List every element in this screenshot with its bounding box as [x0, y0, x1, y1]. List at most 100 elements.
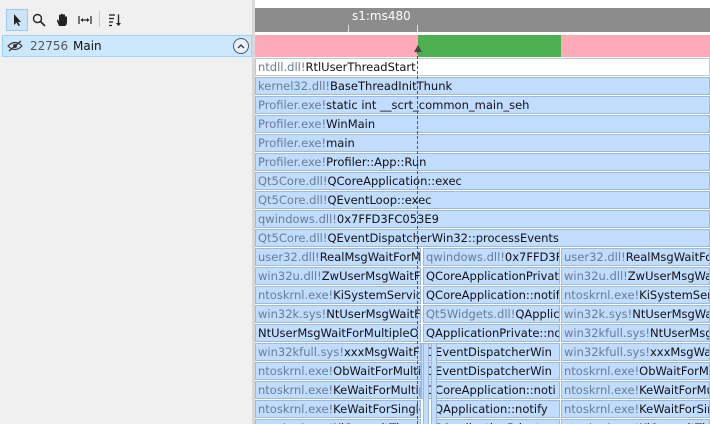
stack-frame[interactable]: ntoskrnl.exe!ObWaitForMulti: [255, 362, 421, 380]
frame-function: ZwUserMsgWaitFor: [627, 269, 709, 283]
chevron-up-icon[interactable]: [233, 38, 249, 54]
stack-frame[interactable]: ntoskrnl.exe!KiCommitThread: [561, 419, 710, 424]
stack-frame[interactable]: ntoskrnl.exe!KiSystemService: [561, 286, 710, 304]
stack-frame[interactable]: win32kfull.sys!NtUserMsgWa: [561, 324, 710, 342]
frame-function: static int __scrt_common_main_seh: [326, 98, 530, 112]
stack-frame[interactable]: ntoskrnl.exe!KiCommitThreadWait: [255, 419, 421, 424]
frame-function: QEventLoop::exec: [327, 193, 432, 207]
stack-frame[interactable]: QApplicationPrivate::not: [423, 324, 560, 342]
frame-function: xxxMsgWaitFo: [343, 345, 421, 359]
magnifier-icon: [32, 13, 46, 27]
stack-frame[interactable]: win32k.sys!NtUserMsgWaitFo: [255, 305, 421, 323]
frame-module: Profiler.exe!: [258, 155, 327, 169]
stack-frame[interactable]: Profiler.exe!main: [255, 134, 710, 152]
frame-module: kernel32.dll!: [258, 79, 330, 93]
frame-module: win32u.dll!: [258, 269, 322, 283]
frame-function: QApplicationPrivate::not: [426, 326, 560, 340]
stack-frame[interactable]: ntoskrnl.exe!KeWaitForMultip: [255, 381, 421, 399]
stack-frame[interactable]: ntoskrnl.exe!KeWaitForSingle: [255, 400, 421, 418]
frame-module: win32kfull.sys!: [258, 345, 344, 359]
stack-frame[interactable]: Profiler.exe!Profiler::App::Run: [255, 153, 710, 171]
frame-module: ntoskrnl.exe!: [564, 288, 640, 302]
sort-button[interactable]: [104, 9, 126, 31]
frame-function: QCoreApplication::exec: [327, 174, 462, 188]
frame-module: ntoskrnl.exe!: [258, 402, 334, 416]
time-ruler[interactable]: s1:ms480: [255, 8, 710, 32]
stack-frame[interactable]: win32kfull.sys!xxxMsgWaitFo: [561, 343, 710, 361]
frame-function: RealMsgWaitForM: [625, 250, 709, 264]
hand-icon: [56, 13, 67, 26]
ruler-label: s1:ms480: [352, 9, 411, 23]
frame-function: NtUserMsgWa: [649, 326, 709, 340]
frame-function: QCoreApplication::notify: [426, 288, 560, 302]
frame-function: QEventDispatcherWin: [426, 364, 552, 378]
stack-frame[interactable]: QApplicationPrivate: [431, 419, 560, 424]
stack-frame[interactable]: NtUserMsgWaitForMultipleO: [255, 324, 421, 342]
frame-module: ntoskrnl.exe!: [564, 383, 640, 397]
stack-frame[interactable]: ntoskrnl.exe!KiSystemService: [255, 286, 421, 304]
stack-frame[interactable]: Qt5Core.dll!QCoreApplication::exec: [255, 172, 710, 190]
stack-frame[interactable]: ntdll.dll!RtlUserThreadStart: [255, 58, 710, 76]
stack-frame[interactable]: Qt5Core.dll!QEventDispatcherWin32::proce…: [255, 229, 710, 247]
stack-frame[interactable]: QCoreApplication::noti: [423, 381, 560, 399]
frame-module: ntoskrnl.exe!: [258, 364, 334, 378]
frame-module: ntdll.dll!: [258, 60, 306, 74]
stack-frame[interactable]: win32u.dll!ZwUserMsgWaitFo: [255, 267, 421, 285]
frame-function: WinMain: [326, 117, 376, 131]
frame-module: win32k.sys!: [258, 307, 327, 321]
select-tool-button[interactable]: [6, 9, 28, 31]
stack-frame[interactable]: user32.dll!RealMsgWaitForM: [255, 248, 421, 266]
frame-module: Qt5Core.dll!: [258, 193, 328, 207]
stack-frame[interactable]: win32u.dll!ZwUserMsgWaitFor: [561, 267, 710, 285]
range-arrows-icon: [78, 16, 92, 24]
zoom-tool-button[interactable]: [28, 9, 50, 31]
frame-module: qwindows.dll!: [258, 212, 337, 226]
toolbar: [0, 0, 252, 33]
stack-frame[interactable]: ntoskrnl.exe!KeWaitForMulti: [561, 381, 710, 399]
thread-activity-bar[interactable]: [255, 35, 710, 57]
stack-frame[interactable]: QApplication::notify: [431, 400, 560, 418]
stack-frame[interactable]: QEventDispatcherWin: [423, 343, 560, 361]
stack-frame[interactable]: Profiler.exe!WinMain: [255, 115, 710, 133]
frame-function: ObWaitForMulti: [333, 364, 421, 378]
frame-function: ZwUserMsgWaitFo: [321, 269, 421, 283]
frame-function: KiSystemService: [333, 288, 421, 302]
stack-frame-sliver[interactable]: [431, 343, 437, 424]
frame-module: Profiler.exe!: [258, 117, 327, 131]
stack-frame[interactable]: win32k.sys!NtUserMsgWaitFo: [561, 305, 710, 323]
stack-frame[interactable]: QCoreApplication::notify: [423, 286, 560, 304]
frame-function: Profiler::App::Run: [326, 155, 427, 169]
stack-frame[interactable]: user32.dll!RealMsgWaitForM: [561, 248, 710, 266]
frame-function: KeWaitForMulti: [639, 383, 709, 397]
frame-module: win32kfull.sys!: [564, 326, 650, 340]
frame-function: NtUserMsgWaitFo: [632, 307, 710, 321]
eye-hidden-icon[interactable]: [7, 40, 23, 55]
frame-function: QEventDispatcherWin32::processEvents: [327, 231, 559, 245]
running-segment[interactable]: [418, 35, 561, 57]
stack-frame[interactable]: ntoskrnl.exe!KeWaitForSing: [561, 400, 710, 418]
frame-function: KeWaitForMultip: [333, 383, 421, 397]
thread-row-main[interactable]: 22756 Main: [2, 35, 252, 57]
frame-module: Qt5Core.dll!: [258, 174, 328, 188]
time-range-tool-button[interactable]: [74, 9, 96, 31]
frame-function: BaseThreadInitThunk: [330, 79, 453, 93]
frame-function: NtUserMsgWaitForMultipleO: [258, 326, 419, 340]
pan-tool-button[interactable]: [51, 9, 73, 31]
stack-frame[interactable]: ntoskrnl.exe!ObWaitForMulti: [561, 362, 710, 380]
stack-frame[interactable]: Qt5Core.dll!QEventLoop::exec: [255, 191, 710, 209]
stack-frame[interactable]: QCoreApplicationPrivate: [423, 267, 560, 285]
stack-frame-sliver[interactable]: [423, 343, 429, 424]
stack-frame[interactable]: qwindows.dll!0x7FFD3FC: [423, 248, 560, 266]
stack-frame[interactable]: win32kfull.sys!xxxMsgWaitFo: [255, 343, 421, 361]
frame-module: ntoskrnl.exe!: [258, 383, 334, 397]
stack-frame[interactable]: Qt5Widgets.dll!QApplica: [423, 305, 560, 323]
thread-id: 22756: [30, 39, 69, 53]
frame-function: KiSystemService: [639, 288, 710, 302]
stack-frame[interactable]: qwindows.dll!0x7FFD3FC053E9: [255, 210, 710, 228]
stack-frame[interactable]: kernel32.dll!BaseThreadInitThunk: [255, 77, 710, 95]
stack-frame[interactable]: QEventDispatcherWin: [423, 362, 560, 380]
cursor-marker-icon[interactable]: [414, 45, 422, 52]
frame-module: ntoskrnl.exe!: [564, 402, 640, 416]
stack-frame[interactable]: Profiler.exe!static int __scrt_common_ma…: [255, 96, 710, 114]
frame-module: Qt5Core.dll!: [258, 231, 328, 245]
